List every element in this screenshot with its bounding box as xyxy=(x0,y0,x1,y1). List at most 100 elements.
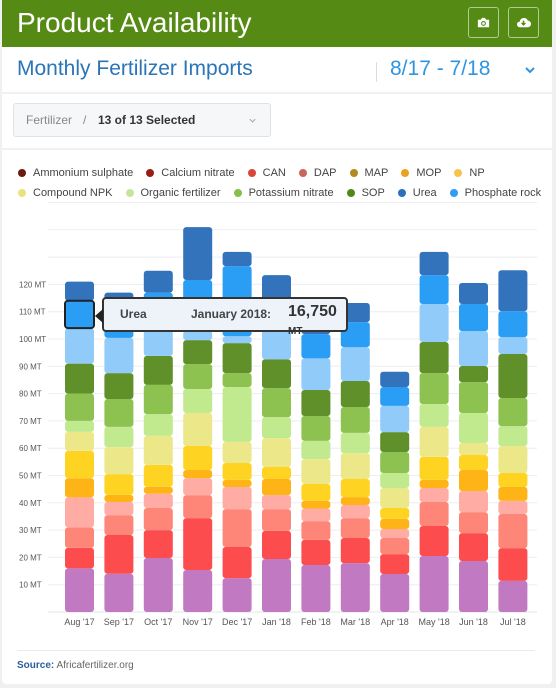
bar-segment[interactable] xyxy=(498,500,528,514)
bar-segment[interactable] xyxy=(65,527,94,548)
bar-segment[interactable] xyxy=(498,426,528,447)
bar-segment[interactable] xyxy=(222,343,252,374)
bar-segment[interactable] xyxy=(301,539,331,566)
bar-segment[interactable] xyxy=(340,347,370,382)
bar-segment[interactable] xyxy=(183,478,213,496)
legend-item[interactable]: MOP xyxy=(401,167,441,179)
bar-segment[interactable] xyxy=(380,371,410,388)
bar-segment[interactable] xyxy=(419,342,449,374)
bar-segment[interactable] xyxy=(262,495,291,510)
bar-segment[interactable] xyxy=(143,270,173,293)
bar-segment[interactable] xyxy=(380,538,410,555)
bar-segment[interactable] xyxy=(419,426,449,457)
bar-segment[interactable] xyxy=(143,355,173,385)
bar-segment[interactable] xyxy=(380,387,410,406)
bar-segment[interactable] xyxy=(498,354,528,398)
bar-segment[interactable] xyxy=(419,479,449,489)
bar-segment[interactable] xyxy=(498,473,528,487)
bar-segment[interactable] xyxy=(222,251,252,267)
bar-segment[interactable] xyxy=(498,513,528,549)
bar-segment[interactable] xyxy=(183,227,213,281)
bar-segment[interactable] xyxy=(222,486,252,510)
bar-segment[interactable] xyxy=(104,447,134,475)
bar-segment[interactable] xyxy=(143,464,173,487)
bar-segment[interactable] xyxy=(340,563,370,612)
bar-segment[interactable] xyxy=(65,547,94,569)
bar-segment[interactable] xyxy=(222,387,252,442)
bar-segment[interactable] xyxy=(419,526,449,557)
bar-segment[interactable] xyxy=(143,384,173,415)
bar-segment[interactable] xyxy=(459,331,488,367)
bar-segment[interactable] xyxy=(183,470,213,479)
legend-item[interactable]: Calcium nitrate xyxy=(146,167,235,179)
bar-segment[interactable] xyxy=(340,432,370,454)
bar-segment[interactable] xyxy=(301,521,331,540)
bar-segment[interactable] xyxy=(419,456,449,480)
bar-segment[interactable] xyxy=(183,388,213,413)
bar-segment[interactable] xyxy=(104,573,134,612)
bar-segment[interactable] xyxy=(222,441,252,463)
bar-segment[interactable] xyxy=(222,373,252,388)
bar-segment[interactable] xyxy=(143,557,173,612)
date-range-selector[interactable]: 8/17 - 7/18 xyxy=(390,57,490,81)
bar-segment[interactable] xyxy=(380,574,410,612)
bar-segment[interactable] xyxy=(262,417,291,439)
bar-segment[interactable] xyxy=(65,450,94,479)
bar-segment[interactable] xyxy=(380,554,410,575)
bar-segment[interactable] xyxy=(340,538,370,564)
bar-segment[interactable] xyxy=(104,535,134,574)
download-button[interactable] xyxy=(508,7,539,38)
bar-segment[interactable] xyxy=(104,494,134,502)
bar-segment[interactable] xyxy=(222,462,252,480)
bar-segment[interactable] xyxy=(301,459,331,484)
bar-segment[interactable] xyxy=(459,443,488,456)
bar-segment[interactable] xyxy=(222,336,252,344)
bar-segment[interactable] xyxy=(65,431,94,451)
bar-segment[interactable] xyxy=(459,366,488,383)
bar-segment[interactable] xyxy=(262,388,291,418)
legend-item[interactable]: MAP xyxy=(349,167,388,179)
bar-segment[interactable] xyxy=(301,415,331,441)
bar-segment[interactable] xyxy=(183,364,213,389)
bar-segment[interactable] xyxy=(459,533,488,561)
bar-segment[interactable] xyxy=(301,440,331,460)
bar-segment[interactable] xyxy=(419,501,449,527)
bar-segment[interactable] xyxy=(459,283,488,305)
bar-segment[interactable] xyxy=(498,486,528,501)
bar-segment[interactable] xyxy=(262,479,291,496)
bar-segment[interactable] xyxy=(419,403,449,427)
bar-segment[interactable] xyxy=(498,446,528,474)
bar-segment[interactable] xyxy=(498,580,528,612)
bar-segment[interactable] xyxy=(222,479,252,487)
bar-segment[interactable] xyxy=(380,518,410,530)
bar-segment[interactable] xyxy=(380,405,410,433)
bar-segment[interactable] xyxy=(262,509,291,531)
bar-segment[interactable] xyxy=(65,393,94,421)
bar-segment[interactable] xyxy=(143,486,173,494)
bar-segment[interactable] xyxy=(222,509,252,548)
bar-segment[interactable] xyxy=(104,474,134,495)
bar-segment[interactable] xyxy=(459,304,488,332)
chevron-down-icon[interactable] xyxy=(523,63,537,77)
bar-segment[interactable] xyxy=(301,483,331,501)
bar-segment[interactable] xyxy=(340,406,370,433)
bar-segment[interactable] xyxy=(65,281,94,301)
bar-segment[interactable] xyxy=(459,382,488,413)
fertilizer-filter-dropdown[interactable]: Fertilizer / 13 of 13 Selected xyxy=(13,103,271,137)
bar-segment[interactable] xyxy=(143,507,173,531)
screenshot-button[interactable] xyxy=(468,7,499,38)
bar-segment[interactable] xyxy=(340,479,370,498)
bar-segment[interactable] xyxy=(459,512,488,534)
bar-segment[interactable] xyxy=(65,300,94,329)
bar-segment[interactable] xyxy=(262,359,291,389)
bar-segment[interactable] xyxy=(380,488,410,508)
bar-segment[interactable] xyxy=(143,493,173,508)
bar-segment[interactable] xyxy=(380,432,410,453)
bar-segment[interactable] xyxy=(65,568,94,612)
bar-segment[interactable] xyxy=(301,508,331,522)
bar-segment[interactable] xyxy=(262,467,291,480)
bar-segment[interactable] xyxy=(419,275,449,305)
legend-item[interactable]: Ammonium sulphate xyxy=(18,167,133,179)
bar-segment[interactable] xyxy=(380,507,410,519)
bar-segment[interactable] xyxy=(380,529,410,539)
